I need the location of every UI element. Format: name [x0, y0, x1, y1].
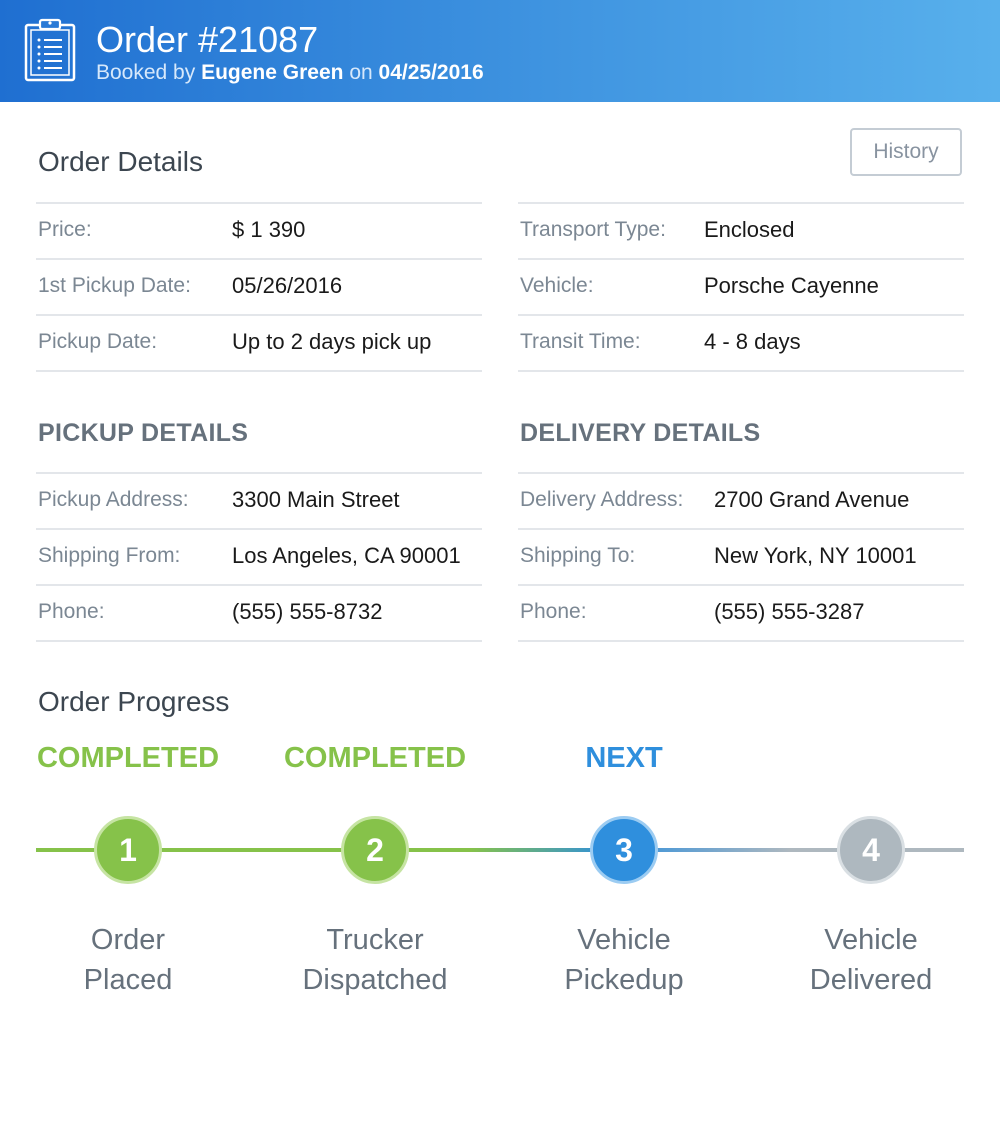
progress-line-transition: [470, 848, 610, 852]
price-row: Price: $ 1 390: [36, 204, 482, 260]
pickup-date-label: Pickup Date:: [38, 330, 158, 353]
transport-type-label: Transport Type:: [520, 218, 666, 241]
price-value: $ 1 390: [232, 217, 306, 242]
step-4-label: Vehicle Delivered: [761, 920, 981, 1000]
transport-type-value: Enclosed: [704, 217, 795, 242]
pickup-address-row: Pickup Address: 3300 Main Street: [36, 474, 482, 530]
clipboard-icon: [24, 18, 76, 82]
booked-by-line: Booked by Eugene Green on 04/25/2016: [96, 60, 484, 86]
pickup-date-value: Up to 2 days pick up: [232, 329, 432, 354]
delivery-address-label: Delivery Address:: [520, 488, 684, 511]
step-1-label: Order Placed: [18, 920, 238, 1000]
step-1-label-line1: Order: [90, 924, 166, 956]
delivery-address-value: 2700 Grand Avenue: [714, 487, 910, 512]
first-pickup-date-row: 1st Pickup Date: 05/26/2016: [36, 260, 482, 316]
price-label: Price:: [38, 218, 92, 241]
on-word: on: [349, 61, 373, 84]
shipping-from-value: Los Angeles, CA 90001: [232, 543, 461, 568]
booked-by-name: Eugene Green: [201, 61, 344, 84]
delivery-phone-label: Phone:: [520, 600, 587, 623]
history-button[interactable]: History: [850, 128, 962, 176]
shipping-from-row: Shipping From: Los Angeles, CA 90001: [36, 530, 482, 586]
first-pickup-date-value: 05/26/2016: [232, 273, 343, 298]
step-3-label-line2: Pickedup: [564, 964, 684, 996]
pickup-phone-value: (555) 555-8732: [232, 599, 383, 624]
transit-time-value: 4 - 8 days: [704, 329, 801, 354]
transit-time-label: Transit Time:: [520, 330, 641, 353]
booked-date: 04/25/2016: [378, 61, 484, 84]
step-2-status: COMPLETED: [283, 742, 467, 774]
pickup-address-label: Pickup Address:: [38, 488, 189, 511]
pickup-details-title: PICKUP DETAILS: [38, 419, 249, 447]
vehicle-label: Vehicle:: [520, 274, 594, 297]
order-details-left-table: Price: $ 1 390 1st Pickup Date: 05/26/20…: [36, 202, 482, 372]
step-2-label-line2: Dispatched: [302, 964, 448, 996]
shipping-to-row: Shipping To: New York, NY 10001: [518, 530, 964, 586]
step-3-status: NEXT: [585, 742, 663, 774]
transport-type-row: Transport Type: Enclosed: [518, 204, 964, 260]
step-3-label: Vehicle Pickedup: [514, 920, 734, 1000]
first-pickup-date-label: 1st Pickup Date:: [38, 274, 191, 297]
booked-prefix: Booked by: [96, 61, 196, 84]
pickup-phone-label: Phone:: [38, 600, 105, 623]
transit-time-row: Transit Time: 4 - 8 days: [518, 316, 964, 372]
order-header: Order #21087 Booked by Eugene Green on 0…: [0, 0, 1000, 102]
step-1-label-line2: Placed: [83, 964, 173, 996]
delivery-details-title: DELIVERY DETAILS: [520, 419, 761, 447]
step-4-label-line1: Vehicle: [824, 924, 918, 956]
pickup-details-table: Pickup Address: 3300 Main Street Shippin…: [36, 472, 482, 642]
step-4-label-line2: Delivered: [809, 964, 933, 996]
delivery-phone-row: Phone: (555) 555-3287: [518, 586, 964, 642]
step-4-circle: 4: [837, 816, 905, 884]
step-1-status: COMPLETED: [36, 742, 220, 774]
pickup-address-value: 3300 Main Street: [232, 487, 400, 512]
step-3-circle: 3: [590, 816, 658, 884]
order-details-right-table: Transport Type: Enclosed Vehicle: Porsch…: [518, 202, 964, 372]
shipping-from-label: Shipping From:: [38, 544, 181, 567]
shipping-to-label: Shipping To:: [520, 544, 636, 567]
order-progress-title: Order Progress: [38, 686, 230, 717]
step-1-circle: 1: [94, 816, 162, 884]
step-2-label-line1: Trucker: [326, 924, 424, 956]
order-title: Order #21087: [96, 19, 319, 60]
step-2-circle: 2: [341, 816, 409, 884]
order-details-title: Order Details: [38, 146, 203, 177]
delivery-address-row: Delivery Address: 2700 Grand Avenue: [518, 474, 964, 530]
step-2-label: Trucker Dispatched: [265, 920, 485, 1000]
pickup-phone-row: Phone: (555) 555-8732: [36, 586, 482, 642]
shipping-to-value: New York, NY 10001: [714, 543, 917, 568]
step-3-label-line1: Vehicle: [577, 924, 671, 956]
vehicle-row: Vehicle: Porsche Cayenne: [518, 260, 964, 316]
vehicle-value: Porsche Cayenne: [704, 273, 879, 298]
delivery-details-table: Delivery Address: 2700 Grand Avenue Ship…: [518, 472, 964, 642]
pickup-date-row: Pickup Date: Up to 2 days pick up: [36, 316, 482, 372]
delivery-phone-value: (555) 555-3287: [714, 599, 865, 624]
